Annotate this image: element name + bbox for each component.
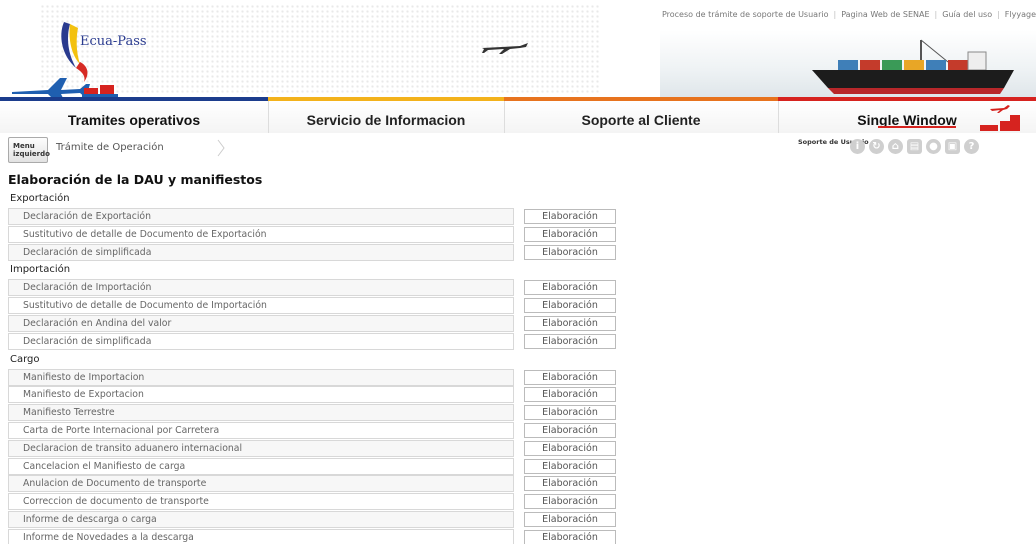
chevron-right-icon: [217, 139, 225, 157]
section-header-importacion: Importación: [10, 264, 71, 276]
nav-tab-tramites-operativos[interactable]: Tramites operativos: [0, 97, 268, 133]
list-item: Declaración de Exportación Elaboración: [8, 208, 1028, 226]
home-icon[interactable]: ⌂: [888, 139, 903, 154]
list-item: Manifiesto de Exportacion Elaboración: [8, 386, 1028, 404]
info-icon[interactable]: i: [850, 139, 865, 154]
elaboracion-button[interactable]: Elaboración: [524, 494, 616, 510]
top-link-flyyage[interactable]: Flyyage: [1005, 10, 1036, 19]
menu-izquierdo-button[interactable]: Menu izquierdo: [8, 137, 50, 163]
top-link-senae[interactable]: Pagina Web de SENAE: [841, 10, 929, 19]
list-item-label: Informe de descarga o carga: [8, 510, 514, 528]
list-item-label: Anulacion de Documento de transporte: [8, 475, 514, 493]
header-banner: Ecua-Pass Proceso de trámite de soporte …: [0, 0, 1036, 97]
list-item: Manifiesto Terrestre Elaboración: [8, 404, 1028, 422]
section-header-exportacion: Exportación: [10, 193, 70, 204]
elaboracion-button[interactable]: Elaboración: [524, 333, 616, 349]
list-item: Correccion de documento de transporte El…: [8, 493, 1028, 511]
list-item: Sustitutivo de detalle de Documento de E…: [8, 225, 1028, 244]
elaboracion-button[interactable]: Elaboración: [524, 458, 616, 474]
toolbar-icons: i ↻ ⌂ ▤ ● ▣ ?: [850, 139, 979, 154]
divider: |: [997, 10, 1000, 19]
elaboracion-button[interactable]: Elaboración: [524, 511, 616, 527]
nav-tab-servicio-informacion[interactable]: Servicio de Informacion: [268, 97, 504, 133]
list-item: Cancelacion el Manifiesto de carga Elabo…: [8, 457, 1028, 476]
list-item-label: Declaración en Andina del valor: [8, 314, 514, 332]
list-item: Anulacion de Documento de transporte Ela…: [8, 475, 1028, 493]
breadcrumb: Trámite de Operación: [56, 142, 164, 153]
elaboracion-button[interactable]: Elaboración: [524, 405, 616, 421]
blue-airplane-icon: [12, 78, 118, 97]
page-title: Elaboración de la DAU y manifiestos: [8, 172, 263, 187]
list-item-label: Declaración de Importación: [8, 279, 514, 297]
user-icon[interactable]: ●: [926, 139, 941, 154]
forms-list: Exportación Declaración de Exportación E…: [8, 190, 1028, 544]
list-item-label: Declaración de Exportación: [8, 208, 514, 225]
list-item-label: Manifiesto de Importacion: [8, 368, 514, 386]
list-item: Declaración de simplificada Elaboración: [8, 332, 1028, 351]
refresh-icon[interactable]: ↻: [869, 139, 884, 154]
elaboracion-button[interactable]: Elaboración: [524, 422, 616, 438]
elaboracion-button[interactable]: Elaboración: [524, 529, 616, 544]
list-item: Declaración de Importación Elaboración: [8, 279, 1028, 297]
list-item-label: Correccion de documento de transporte: [8, 493, 514, 511]
main-nav: Tramites operativos Servicio de Informac…: [0, 97, 1036, 133]
elaboracion-button[interactable]: Elaboración: [524, 369, 616, 385]
elaboracion-button[interactable]: Elaboración: [524, 440, 616, 456]
help-icon[interactable]: ?: [964, 139, 979, 154]
ecuapass-logo-icon: [61, 22, 88, 82]
elaboracion-button[interactable]: Elaboración: [524, 209, 616, 224]
list-item: Informe de Novedades a la descarga Elabo…: [8, 528, 1028, 544]
elaboracion-button[interactable]: Elaboración: [524, 280, 616, 296]
list-item-label: Informe de Novedades a la descarga: [8, 528, 514, 544]
save-icon[interactable]: ▣: [945, 139, 960, 154]
list-item-label: Declaración de simplificada: [8, 243, 514, 261]
list-item-label: Manifiesto Terrestre: [8, 404, 514, 422]
divider: |: [934, 10, 938, 19]
list-item: Carta de Porte Internacional por Carrete…: [8, 421, 1028, 440]
plane-truck-icon: [980, 105, 1020, 131]
list-item: Sustitutivo de detalle de Documento de I…: [8, 297, 1028, 315]
top-link-proceso[interactable]: Proceso de trámite de soporte de Usuario: [662, 10, 829, 19]
list-item-label: Manifiesto de Exportacion: [8, 386, 514, 404]
airplane-icon: [482, 43, 528, 54]
nav-tab-single-window[interactable]: Single Window: [778, 97, 1036, 133]
elaboracion-button[interactable]: Elaboración: [524, 226, 616, 242]
divider: [878, 126, 956, 128]
divider: |: [833, 10, 837, 19]
list-item-label: Declaracion de transito aduanero interna…: [8, 439, 514, 457]
elaboracion-button[interactable]: Elaboración: [524, 244, 616, 260]
cargo-ship-icon: [812, 39, 1014, 94]
logo-text: Ecua-Pass: [80, 34, 147, 49]
list-item-label: Cancelacion el Manifiesto de carga: [8, 457, 514, 475]
list-item: Declaracion de transito aduanero interna…: [8, 439, 1028, 458]
elaboracion-button[interactable]: Elaboración: [524, 298, 616, 314]
elaboracion-button[interactable]: Elaboración: [524, 315, 616, 331]
list-item: Declaración de simplificada Elaboración: [8, 243, 1028, 262]
list-item: Manifiesto de Importacion Elaboración: [8, 368, 1028, 387]
list-item-label: Sustitutivo de detalle de Documento de I…: [8, 297, 514, 315]
nav-tab-soporte-cliente[interactable]: Soporte al Cliente: [504, 97, 778, 133]
list-item-label: Sustitutivo de detalle de Documento de E…: [8, 225, 514, 243]
elaboracion-button[interactable]: Elaboración: [524, 387, 616, 403]
print-icon[interactable]: ▤: [907, 139, 922, 154]
elaboracion-button[interactable]: Elaboración: [524, 476, 616, 492]
top-link-guia[interactable]: Guía del uso: [942, 10, 992, 19]
list-item: Informe de descarga o carga Elaboración: [8, 510, 1028, 529]
top-links: Proceso de trámite de soporte de Usuario…: [662, 10, 1036, 19]
list-item-label: Declaración de simplificada: [8, 332, 514, 350]
list-item-label: Carta de Porte Internacional por Carrete…: [8, 421, 514, 439]
list-item: Declaración en Andina del valor Elaborac…: [8, 314, 1028, 333]
section-header-cargo: Cargo: [10, 353, 40, 365]
